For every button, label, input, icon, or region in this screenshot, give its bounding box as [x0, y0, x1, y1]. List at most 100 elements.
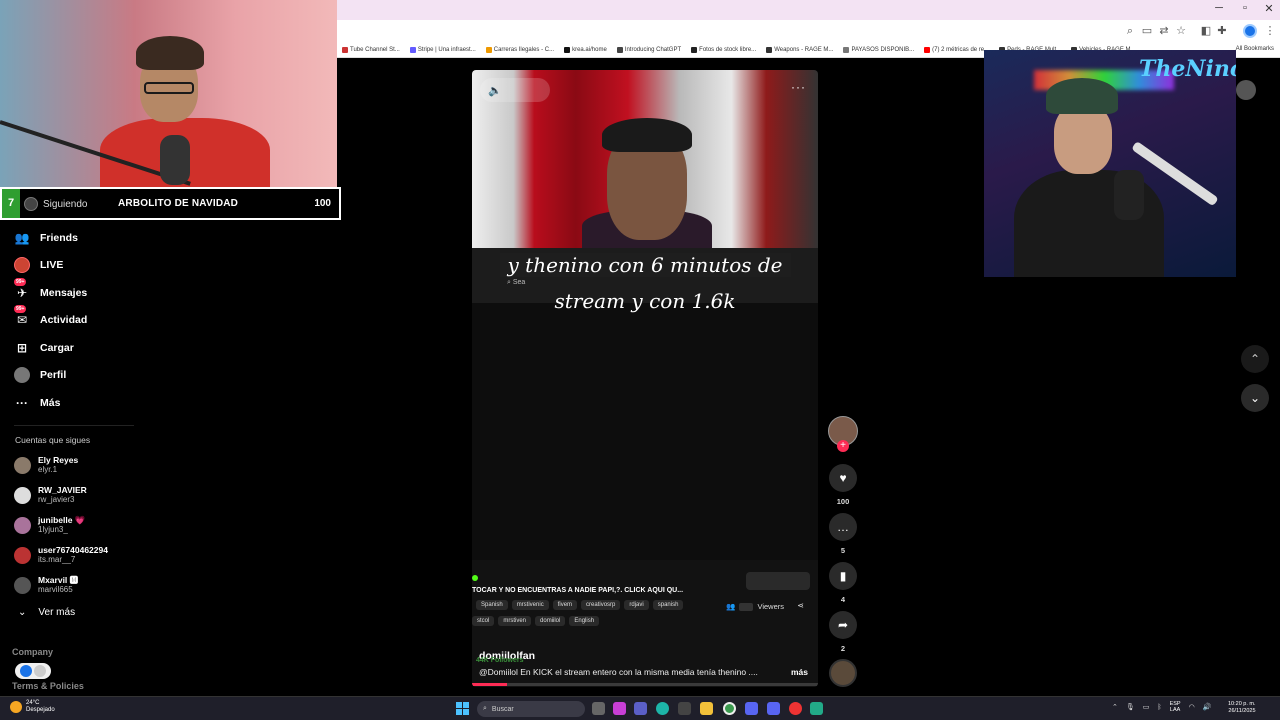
share-button[interactable]: ➦ — [829, 611, 857, 639]
cast-icon[interactable]: ▭ — [1140, 24, 1154, 38]
sidebar-item-cargar[interactable]: ⊞ Cargar — [14, 340, 74, 356]
tag[interactable]: creativosrp — [581, 600, 621, 610]
browser-menu-icon[interactable]: ⋮ — [1263, 24, 1277, 38]
followed-account[interactable]: user76740462294 its.mar__7 — [14, 545, 108, 565]
activity-icon: ✉ 99+ — [14, 305, 28, 327]
tag-row-2: stcol mrstiven domiilol English — [472, 616, 600, 626]
sidebar-item-friends[interactable]: 👥 Friends — [14, 230, 78, 246]
scroll-down-button[interactable]: ⌄ — [1241, 384, 1269, 412]
scroll-up-button[interactable]: ⌃ — [1241, 345, 1269, 373]
chevron-down-icon: ⌄ — [18, 607, 27, 618]
video-player[interactable]: ⌕ Sea 🔈 ··· y thenino con 6 minutos de s… — [472, 70, 818, 687]
comment-button[interactable]: … — [829, 513, 857, 541]
bookmark-item[interactable]: PAYASOS DISPONIB... — [838, 46, 919, 53]
tag[interactable]: rdjavi — [624, 600, 649, 610]
viewers-count: 👥 Viewers — [726, 602, 784, 611]
all-bookmarks-link[interactable]: All Bookmarks — [1236, 46, 1274, 52]
app-icon[interactable] — [810, 702, 823, 715]
file-explorer-icon[interactable] — [700, 702, 713, 715]
teams-icon[interactable] — [634, 702, 647, 715]
webcam2-cap — [1046, 78, 1118, 114]
sidebar-item-actividad[interactable]: ✉ 99+ Actividad — [14, 305, 87, 328]
tag[interactable]: fivem — [552, 600, 578, 610]
bookmark-item[interactable]: Carreras Ilegales - C... — [481, 46, 559, 53]
floating-widget-button[interactable] — [15, 663, 51, 679]
following-header: Cuentas que sigues — [15, 435, 91, 445]
bookmark-item[interactable]: Weapons - RAGE M... — [761, 46, 838, 53]
tag[interactable]: mrstiven — [498, 616, 532, 626]
browser-profile-avatar[interactable] — [1243, 24, 1257, 38]
tray-chevron-icon[interactable]: ⌃ — [1112, 703, 1118, 711]
mic-icon[interactable]: 🎙 — [1126, 703, 1135, 711]
close-window-button[interactable]: ✕ — [1257, 2, 1280, 15]
bookmark-item[interactable]: Fotos de stock libre... — [686, 46, 761, 53]
followed-account[interactable]: Mxarvil 🅼marvil665 — [14, 575, 78, 595]
user-avatar-top[interactable] — [1236, 80, 1256, 100]
followed-account[interactable]: RW_JAVIER rw_javier3 — [14, 485, 87, 505]
bookmark-item[interactable]: Tube Channel St... — [337, 46, 405, 53]
save-button[interactable]: ▮ — [829, 562, 857, 590]
sidebar-item-mas[interactable]: ··· Más — [14, 395, 60, 411]
like-button[interactable]: ♥ — [829, 464, 857, 492]
followed-account[interactable]: junibelle 💗 1lyjun3_ — [14, 515, 85, 535]
see-more-button[interactable]: ⌄ Ver más — [18, 607, 75, 618]
tag[interactable]: English — [569, 616, 600, 626]
sidebar-item-perfil[interactable]: Perfil — [14, 367, 66, 383]
wifi-icon[interactable]: ◠ — [1189, 703, 1195, 711]
volume-icon: 🔈 — [488, 84, 502, 97]
sidebar: 👥 Friends LIVE ✈ 99+ Mensajes ✉ 99+ Activi… — [0, 220, 145, 696]
follow-plus-icon[interactable]: + — [837, 440, 849, 452]
copilot-icon[interactable] — [613, 702, 626, 715]
chevron-up-icon: ⌃ — [1249, 352, 1261, 366]
terms-link[interactable]: Terms & Policies — [12, 681, 84, 691]
bookmark-item[interactable]: krea.ai/home — [559, 46, 612, 53]
discord-alt-icon[interactable] — [767, 702, 780, 715]
translate-icon[interactable]: ⇄ — [1157, 24, 1171, 38]
windows-start-icon[interactable] — [456, 702, 469, 715]
language-indicator[interactable]: ESP LAA — [1170, 701, 1181, 713]
bookmark-item[interactable]: Introducing ChatGPT — [612, 46, 686, 53]
widget-icon — [20, 665, 32, 677]
task-view-icon[interactable] — [592, 702, 605, 715]
taskbar-clock[interactable]: 10:20 p. m. 26/11/2025 — [1228, 701, 1256, 715]
live-icon — [14, 257, 30, 273]
volume-icon[interactable]: 🔊 — [1203, 703, 1212, 711]
weather-widget[interactable]: 24°C Despejado — [10, 700, 55, 714]
monitor-icon[interactable]: ▭ — [1143, 703, 1150, 711]
company-link[interactable]: Company — [12, 647, 53, 657]
store-icon[interactable] — [678, 702, 691, 715]
activity-badge: 99+ — [14, 305, 27, 313]
extension-icon[interactable]: ◧ — [1199, 24, 1213, 38]
video-more-icon[interactable]: ··· — [791, 80, 806, 94]
sidebar-item-live[interactable]: LIVE — [14, 257, 63, 273]
bookmark-item[interactable]: Stripe | Una infraest... — [405, 46, 481, 53]
maximize-button[interactable]: ▫ — [1233, 2, 1257, 14]
stream-title: TOCAR Y NO ENCUENTRAS A NADIE PAPI,?. CL… — [472, 587, 684, 594]
tag[interactable]: spanish — [652, 600, 684, 610]
description-more-button[interactable]: más — [791, 667, 808, 677]
volume-control[interactable]: 🔈 — [480, 78, 550, 102]
music-disc[interactable] — [829, 659, 857, 687]
bluetooth-icon[interactable]: ᛒ — [1157, 704, 1161, 711]
bookmark-favicon — [691, 46, 698, 53]
app-icon[interactable] — [789, 702, 802, 715]
discord-icon[interactable] — [745, 702, 758, 715]
bookmark-icon: ▮ — [839, 569, 847, 583]
tag[interactable]: mrstivenic — [511, 600, 549, 610]
bookmark-star-icon[interactable]: ☆ — [1174, 24, 1188, 38]
share-small-icon[interactable]: ⋖ — [797, 601, 804, 610]
taskbar-search[interactable]: ⌕ Buscar — [477, 701, 585, 717]
video-progress-bar[interactable] — [472, 683, 818, 686]
chrome-icon[interactable] — [723, 702, 736, 715]
sidebar-item-mensajes[interactable]: ✈ 99+ Mensajes — [14, 278, 87, 301]
tag[interactable]: domiilol — [535, 616, 566, 626]
edge-icon[interactable] — [656, 702, 669, 715]
zoom-icon[interactable]: ⌕ — [1123, 24, 1137, 38]
avatar — [14, 516, 31, 534]
puzzle-icon[interactable]: ✚ — [1215, 24, 1229, 38]
bookmark-item[interactable]: (7) 2 métricas de re... — [919, 46, 994, 53]
tag[interactable]: stcol — [472, 616, 495, 626]
tag[interactable]: Spanish — [476, 600, 508, 610]
followed-account[interactable]: Ely Reyes elyr.1 — [14, 455, 78, 475]
minimize-button[interactable]: ─ — [1207, 2, 1231, 14]
